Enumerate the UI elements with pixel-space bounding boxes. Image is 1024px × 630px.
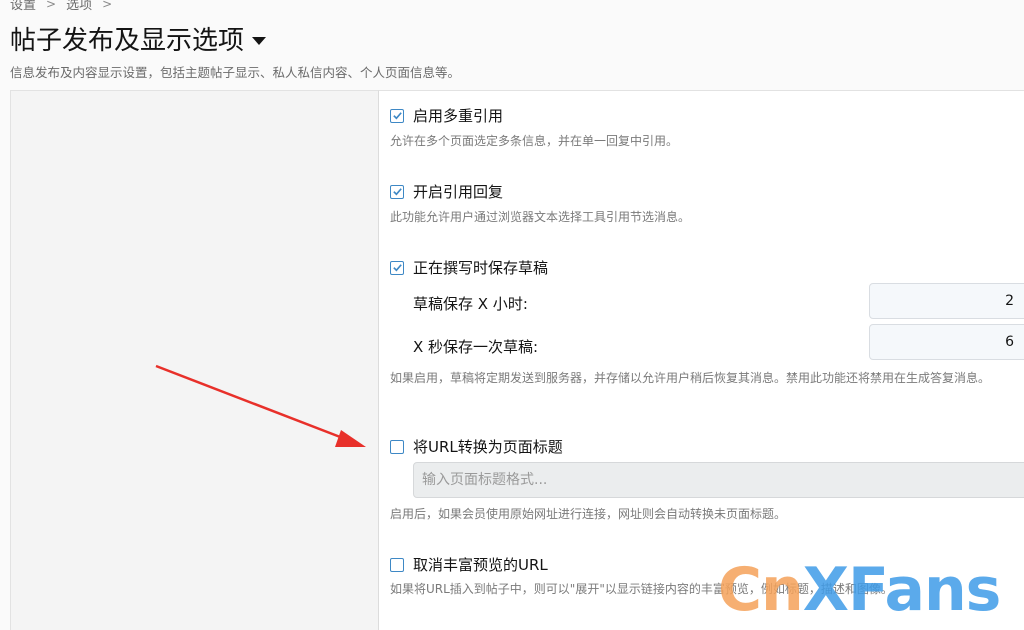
cnxfans-watermark: CnXFans bbox=[718, 555, 1002, 625]
watermark-part1: Cn bbox=[718, 555, 804, 625]
watermark-part2: XFans bbox=[802, 555, 1002, 625]
annotation-arrow-icon bbox=[155, 364, 366, 447]
